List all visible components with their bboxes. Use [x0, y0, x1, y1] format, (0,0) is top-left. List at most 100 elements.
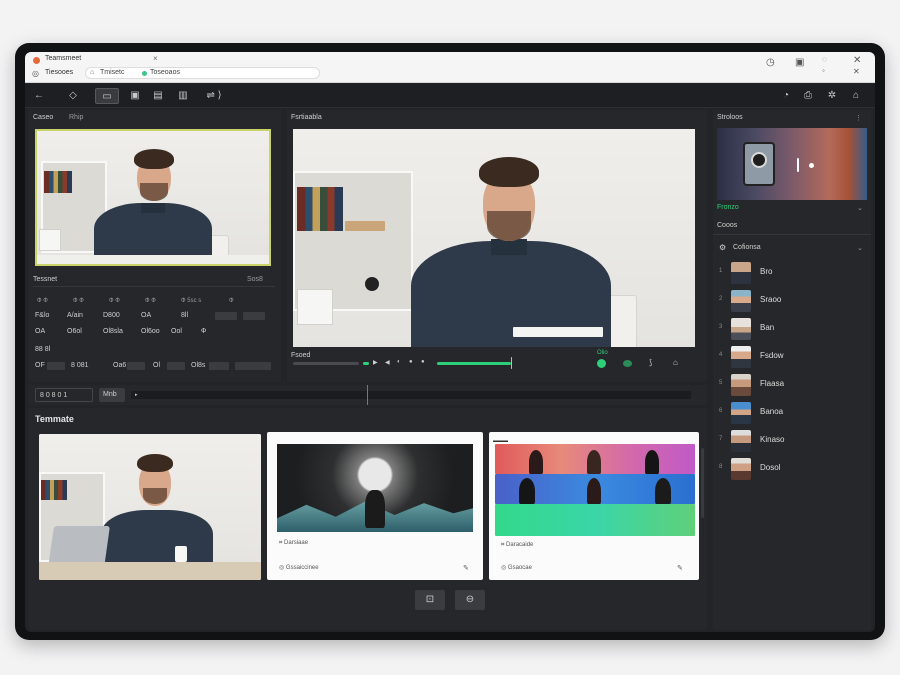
- effects-icon[interactable]: ✲: [825, 88, 839, 104]
- rewind-icon[interactable]: ◀: [385, 359, 390, 366]
- tab-close-icon[interactable]: ×: [153, 54, 158, 63]
- prop-field[interactable]: Ol8sla: [103, 328, 123, 335]
- prop-field[interactable]: 8ll: [181, 312, 188, 319]
- address-prefix: Tiesooes: [45, 69, 74, 76]
- volume-bar[interactable]: [437, 362, 511, 365]
- scrub-track[interactable]: [293, 362, 359, 365]
- template-card[interactable]: ▬▬▬ ⌗ Daracaide ◎ Gsaocae ✎: [489, 432, 699, 580]
- frame-tool-icon[interactable]: ▭: [95, 88, 119, 104]
- export-icon[interactable]: ⎙: [801, 88, 815, 104]
- clock-icon[interactable]: ◷: [766, 57, 775, 68]
- participant-row[interactable]: 2 Sraoo: [713, 288, 867, 314]
- add-template-button[interactable]: ⊡: [415, 590, 445, 610]
- play-icon[interactable]: ▶: [373, 359, 378, 366]
- back-arrow-icon[interactable]: ←: [31, 88, 47, 104]
- participant-row[interactable]: 7 Kinaso: [713, 428, 867, 454]
- close-icon[interactable]: ✕: [853, 55, 861, 66]
- playhead-icon: ▸: [135, 392, 138, 398]
- address-bar[interactable]: ⌂ Tmisetc Toseoaos: [85, 67, 320, 79]
- prop-field[interactable]: Ol: [153, 362, 160, 369]
- prop-field[interactable]: Oa6: [113, 362, 126, 369]
- prop-input[interactable]: [47, 362, 65, 370]
- prop-input[interactable]: [243, 312, 265, 320]
- prop-field[interactable]: O6ol: [67, 328, 82, 335]
- timeline-cursor[interactable]: [367, 385, 368, 405]
- prop-label: Ф: [229, 298, 234, 304]
- participant-name: Banoa: [760, 407, 784, 416]
- participant-name: Kinaso: [760, 435, 785, 444]
- prop-input[interactable]: [215, 312, 237, 320]
- camera-icon[interactable]: ◔: [779, 88, 793, 104]
- remove-template-button[interactable]: ⊖: [455, 590, 485, 610]
- prop-field[interactable]: Ol6oo: [141, 328, 160, 335]
- stream-dropdown[interactable]: Fronzo: [717, 204, 739, 211]
- chevron-down-icon[interactable]: ⌄: [857, 204, 863, 212]
- timeline-bar: 8 0 8 0 1 Mnb ▸: [29, 385, 707, 405]
- participant-row[interactable]: 6 Banoa: [713, 400, 867, 426]
- timeline-track[interactable]: ▸: [131, 385, 691, 405]
- participant-number: 5: [719, 380, 723, 386]
- tab-title[interactable]: Teamsmeet: [45, 55, 81, 62]
- grid-tool-icon[interactable]: ▥: [175, 88, 191, 104]
- prop-field[interactable]: OA: [141, 312, 151, 319]
- participant-row[interactable]: 1 Bro: [713, 260, 867, 286]
- stream-preview[interactable]: [717, 128, 867, 200]
- prop-input[interactable]: [127, 362, 145, 370]
- template-preview-image: [39, 434, 261, 580]
- timecode-box[interactable]: 8 0 8 0 1: [35, 388, 93, 402]
- media-tool-icon[interactable]: ▤: [150, 88, 166, 104]
- participant-number: 6: [719, 408, 723, 414]
- record-icon[interactable]: ●: [409, 359, 413, 365]
- scrub-marker[interactable]: [363, 362, 369, 365]
- account-icon[interactable]: ◌: [822, 55, 827, 64]
- participant-name: Ban: [760, 323, 775, 332]
- participant-row[interactable]: 5 Flaasa: [713, 372, 867, 398]
- participant-row[interactable]: 3 Ban: [713, 316, 867, 342]
- template-preview-image: [277, 444, 473, 532]
- prop-field[interactable]: OF: [35, 362, 45, 369]
- select-tool-icon[interactable]: ◇: [65, 88, 81, 104]
- account-sub-icon[interactable]: ◦: [822, 66, 825, 75]
- templates-title: Temmate: [35, 414, 74, 424]
- loop-icon[interactable]: ◐: [397, 359, 401, 365]
- section-chevron-icon[interactable]: ⌄: [857, 244, 863, 252]
- templates-scrollbar[interactable]: [701, 448, 704, 518]
- minimize-icon[interactable]: ✕: [853, 67, 860, 76]
- prop-field[interactable]: D800: [103, 312, 120, 319]
- transition-tool-icon[interactable]: ⇌ ⟩: [200, 88, 228, 104]
- prop-input[interactable]: [167, 362, 185, 370]
- live-indicator-icon[interactable]: [597, 359, 606, 368]
- source-thumbnail[interactable]: [35, 129, 271, 266]
- reload-icon[interactable]: ◎: [32, 69, 39, 78]
- prop-field[interactable]: F&lo: [35, 312, 49, 319]
- stream-panel: Stroloos ⋮ Fronzo ⌄ Cooos ⚙ Cofionsa ⌄ 1…: [713, 110, 871, 630]
- eye-icon[interactable]: [623, 360, 632, 367]
- favorite-icon[interactable]: ✎: [463, 564, 469, 572]
- prop-field[interactable]: A/ain: [67, 312, 83, 319]
- more-icon[interactable]: ⋮: [855, 114, 862, 122]
- layers-tool-icon[interactable]: ▣: [127, 88, 143, 104]
- lock-toggle-icon[interactable]: ⌂: [673, 358, 678, 367]
- mode-label: Mnb: [103, 391, 117, 398]
- prop-input[interactable]: [209, 362, 229, 370]
- save-icon[interactable]: ▣: [795, 57, 804, 68]
- template-card[interactable]: ⌗ Darsiaae ◎ Gssaiccinee ✎: [267, 432, 483, 580]
- people-settings-icon[interactable]: ⚙: [719, 243, 726, 252]
- favorite-icon[interactable]: ✎: [677, 564, 683, 572]
- panel-tab-rhip[interactable]: Rhip: [69, 114, 83, 121]
- prop-field[interactable]: Ф: [201, 328, 206, 335]
- participant-row[interactable]: 4 Fsdow: [713, 344, 867, 370]
- panel-tab-caseo[interactable]: Caseo: [33, 114, 53, 121]
- template-card[interactable]: [39, 434, 261, 580]
- home-icon[interactable]: ⌂: [849, 88, 863, 104]
- sync-icon[interactable]: ⟆: [649, 358, 652, 367]
- prop-field[interactable]: 8 081: [71, 362, 89, 369]
- preview-video[interactable]: [293, 129, 695, 347]
- mode-toggle[interactable]: Mnb: [99, 388, 125, 402]
- prop-field[interactable]: Ool: [171, 328, 182, 335]
- prop-field[interactable]: OA: [35, 328, 45, 335]
- participant-row[interactable]: 8 Dosol: [713, 456, 867, 482]
- prop-field[interactable]: Ol8s: [191, 362, 205, 369]
- stop-icon[interactable]: ●: [421, 359, 425, 365]
- prop-input[interactable]: [235, 362, 271, 370]
